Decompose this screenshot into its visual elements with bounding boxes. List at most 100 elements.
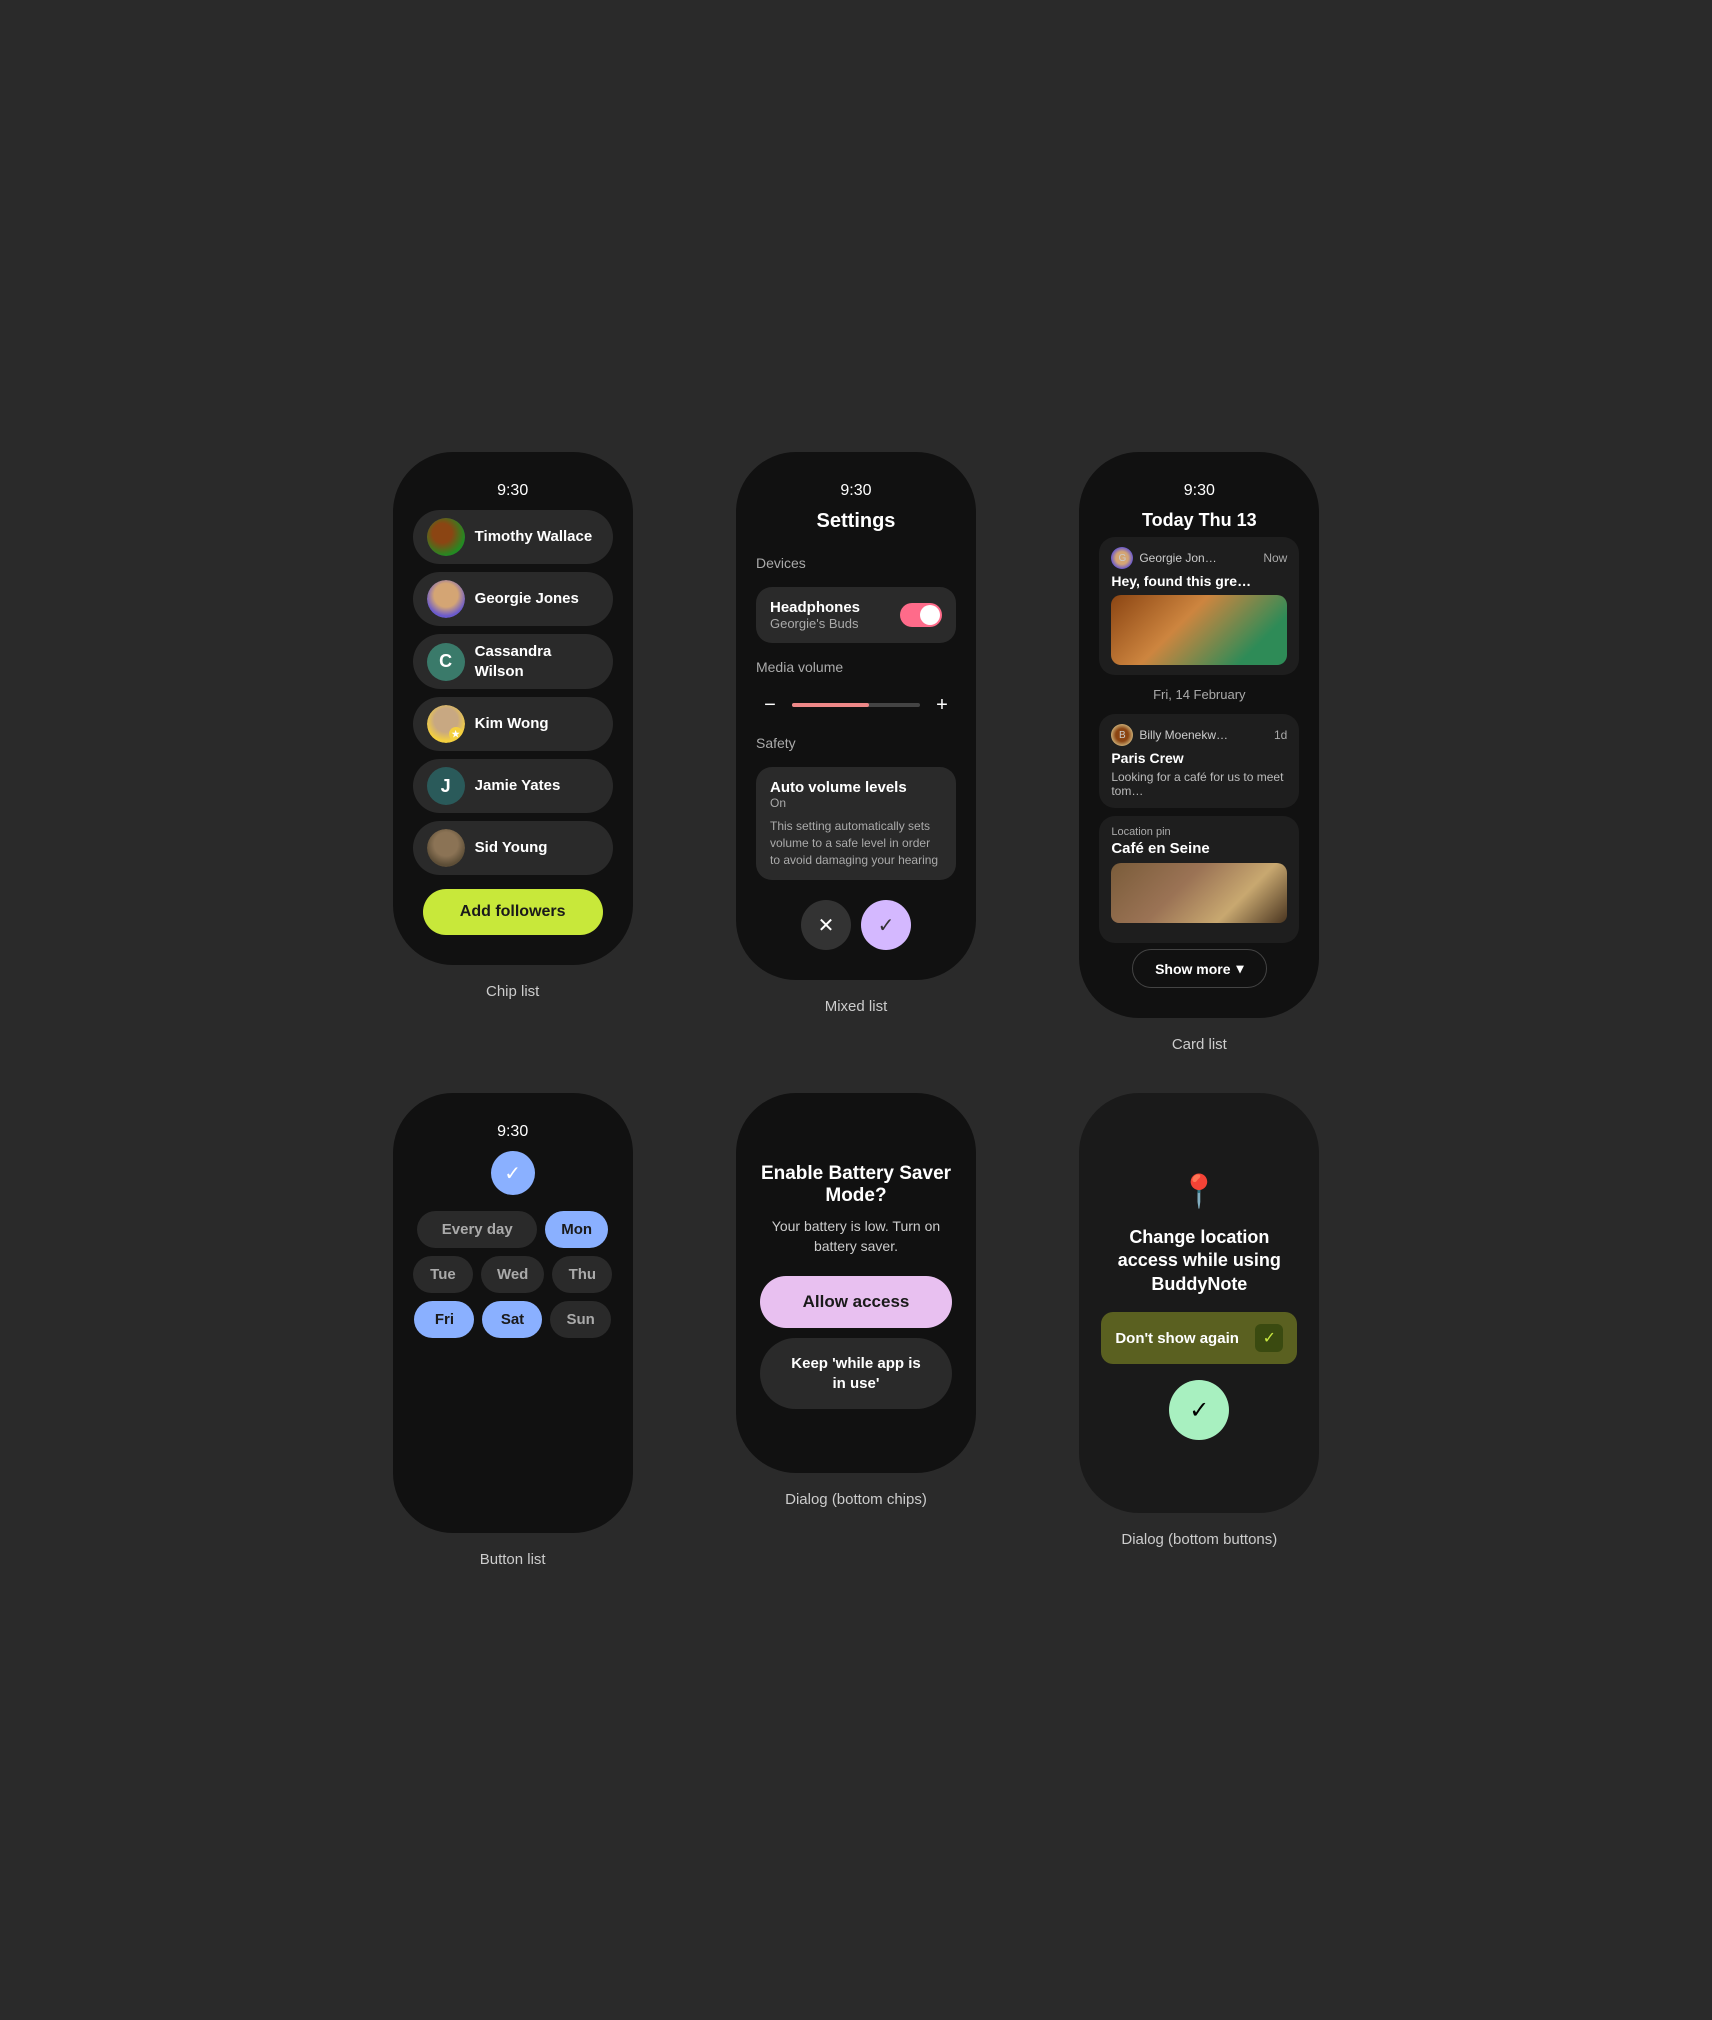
current-date: Today Thu 13	[1099, 510, 1299, 531]
list-item[interactable]: Timothy Wallace	[413, 510, 613, 564]
list-item[interactable]: Georgie Jones	[413, 572, 613, 626]
keep-while-in-use-button[interactable]: Keep 'while app is in use'	[760, 1338, 952, 1409]
cancel-button[interactable]: ✕	[801, 900, 851, 950]
avatar	[427, 580, 465, 618]
location-label: Location pin	[1111, 826, 1170, 838]
chip-list: Timothy Wallace Georgie Jones C Cassandr…	[413, 510, 613, 875]
devices-label: Devices	[756, 555, 956, 571]
card-header: B Billy Moenekw… 1d	[1111, 724, 1287, 746]
card-item[interactable]: G Georgie Jon… Now Hey, found this gre…	[1099, 537, 1299, 675]
sender-name: Billy Moenekw…	[1139, 728, 1228, 742]
location-confirm-button[interactable]: ✓	[1169, 1380, 1229, 1440]
friday-button[interactable]: Fri	[414, 1301, 474, 1338]
message-time: 1d	[1274, 728, 1287, 742]
card-item[interactable]: B Billy Moenekw… 1d Paris Crew Looking f…	[1099, 714, 1299, 808]
avatar: C	[427, 643, 465, 681]
message-body: Looking for a café for us to meet tom…	[1111, 770, 1287, 798]
mixed-list-label: Mixed list	[825, 998, 888, 1015]
message-title: Paris Crew	[1111, 750, 1287, 766]
midweek-row: Tue Wed Thu	[413, 1256, 613, 1293]
show-more-container: Show more ▾	[1099, 943, 1299, 988]
list-item[interactable]: C Cassandra Wilson	[413, 634, 613, 689]
card-sender: B Billy Moenekw…	[1111, 724, 1228, 746]
mixed-list-device: 9:30 Settings Devices Headphones Georgie…	[736, 452, 976, 980]
volume-slider-track[interactable]	[792, 703, 920, 707]
location-name: Café en Seine	[1111, 840, 1287, 857]
message-time: Now	[1263, 551, 1287, 565]
dialog-chips-label: Dialog (bottom chips)	[785, 1491, 927, 1508]
show-more-button[interactable]: Show more ▾	[1132, 949, 1267, 988]
headphones-toggle[interactable]	[900, 603, 942, 627]
location-row: Location pin	[1111, 826, 1287, 838]
check-icon: ✓	[491, 1151, 535, 1195]
mixed-list-col: 9:30 Settings Devices Headphones Georgie…	[699, 452, 1012, 1053]
dialog-buttons-col: 📍 Change location access while using Bud…	[1043, 1093, 1356, 1568]
card-list-header: Today Thu 13	[1099, 510, 1299, 531]
location-card[interactable]: Location pin Café en Seine	[1099, 816, 1299, 943]
safety-label: Safety	[756, 735, 956, 751]
confirm-checkmark-icon: ✓	[1189, 1396, 1209, 1425]
page-wrapper: 9:30 Timothy Wallace Georgie J	[336, 422, 1376, 1598]
volume-decrease-button[interactable]: −	[756, 691, 784, 719]
settings-action-buttons: ✕ ✓	[756, 900, 956, 950]
button-list-device: 9:30 ✓ Every day Mon Tue Wed Thu Fri Sat	[393, 1093, 633, 1533]
dont-show-checkbox[interactable]: ✓	[1255, 1324, 1283, 1352]
button-list-label: Button list	[480, 1551, 546, 1568]
volume-increase-button[interactable]: +	[928, 691, 956, 719]
list-item[interactable]: J Jamie Yates	[413, 759, 613, 813]
button-list-col: 9:30 ✓ Every day Mon Tue Wed Thu Fri Sat	[356, 1093, 669, 1568]
allow-access-button[interactable]: Allow access	[760, 1276, 952, 1328]
card-list-device: 9:30 Today Thu 13 G Georgie Jon…	[1079, 452, 1319, 1018]
auto-vol-title: Auto volume levels	[770, 779, 942, 796]
card-list-col: 9:30 Today Thu 13 G Georgie Jon…	[1043, 452, 1356, 1053]
thursday-button[interactable]: Thu	[552, 1256, 612, 1293]
list-item[interactable]: ★ Kim Wong	[413, 697, 613, 751]
dialog-chips-title: Enable Battery Saver Mode?	[760, 1163, 952, 1207]
button-list-time: 9:30	[497, 1123, 528, 1141]
card-sender: G Georgie Jon…	[1111, 547, 1216, 569]
every-day-button[interactable]: Every day	[417, 1211, 537, 1248]
saturday-button[interactable]: Sat	[482, 1301, 542, 1338]
sender-avatar: G	[1111, 547, 1133, 569]
card-list-content: Today Thu 13 G Georgie Jon… Now	[1099, 510, 1299, 988]
card-items: G Georgie Jon… Now Hey, found this gre…	[1099, 537, 1299, 943]
avatar	[427, 829, 465, 867]
tuesday-button[interactable]: Tue	[413, 1256, 473, 1293]
card-list-label: Card list	[1172, 1036, 1227, 1053]
chip-list-device: 9:30 Timothy Wallace Georgie J	[393, 452, 633, 965]
device-name: Headphones	[770, 599, 860, 616]
dont-show-label: Don't show again	[1115, 1330, 1239, 1347]
button-list-content: ✓ Every day Mon Tue Wed Thu Fri Sat Sun	[413, 1151, 613, 1346]
media-volume-label: Media volume	[756, 659, 956, 675]
avatar: ★	[427, 705, 465, 743]
wednesday-button[interactable]: Wed	[481, 1256, 544, 1293]
add-followers-button[interactable]: Add followers	[423, 889, 603, 935]
dialog-buttons-label: Dialog (bottom buttons)	[1121, 1531, 1277, 1548]
contact-name: Cassandra Wilson	[475, 642, 599, 681]
device-info: Headphones Georgie's Buds	[770, 599, 860, 631]
settings-content: Settings Devices Headphones Georgie's Bu…	[756, 510, 956, 950]
list-item[interactable]: Sid Young	[413, 821, 613, 875]
location-pin-icon: 📍	[1179, 1172, 1219, 1210]
auto-volume-row: Auto volume levels On This setting autom…	[756, 767, 956, 880]
mixed-list-time: 9:30	[840, 482, 871, 500]
card-header: G Georgie Jon… Now	[1111, 547, 1287, 569]
dialog-buttons-title: Change location access while using Buddy…	[1101, 1226, 1297, 1296]
main-grid: 9:30 Timothy Wallace Georgie J	[356, 452, 1356, 1568]
message-title: Hey, found this gre…	[1111, 573, 1287, 589]
sender-avatar: B	[1111, 724, 1133, 746]
volume-slider-fill	[792, 703, 869, 707]
headphones-row[interactable]: Headphones Georgie's Buds	[756, 587, 956, 643]
chip-list-label: Chip list	[486, 983, 539, 1000]
chip-list-time: 9:30	[497, 482, 528, 500]
confirm-button[interactable]: ✓	[861, 900, 911, 950]
dont-show-row[interactable]: Don't show again ✓	[1101, 1312, 1297, 1364]
location-image	[1111, 863, 1287, 933]
contact-name: Kim Wong	[475, 714, 549, 734]
contact-name: Georgie Jones	[475, 589, 579, 609]
every-day-row: Every day Mon	[413, 1211, 613, 1248]
monday-button[interactable]: Mon	[545, 1211, 608, 1248]
show-more-label: Show more	[1155, 961, 1230, 977]
settings-title: Settings	[756, 510, 956, 533]
sunday-button[interactable]: Sun	[550, 1301, 610, 1338]
